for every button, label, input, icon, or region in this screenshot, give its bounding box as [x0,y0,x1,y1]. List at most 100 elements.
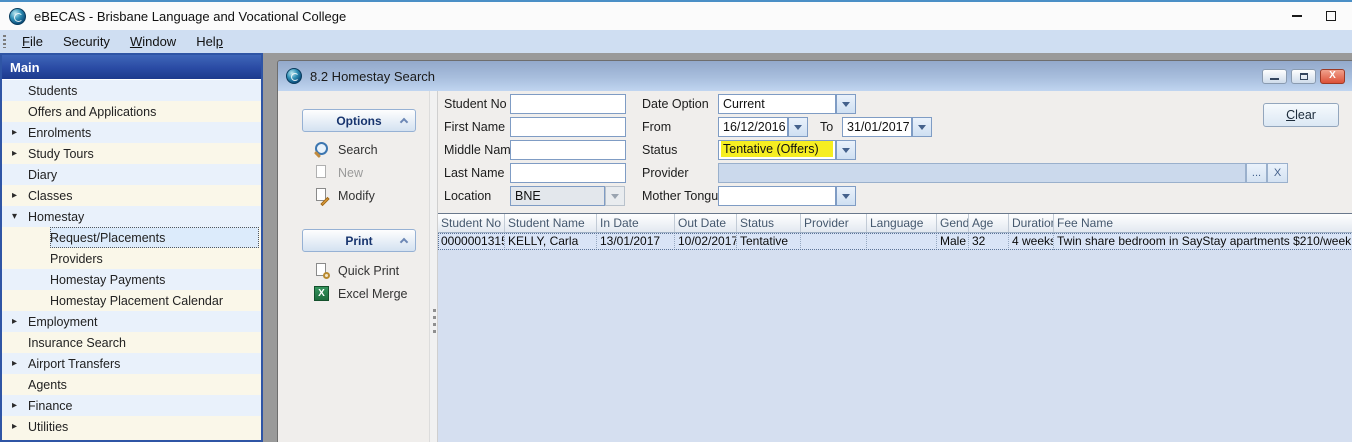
column-header-duration[interactable]: Duration [1009,214,1054,232]
sidebar-item-insurance-search[interactable]: Insurance Search [2,332,261,353]
expand-arrow-icon: ▸ [8,400,21,411]
status-select[interactable]: Tentative (Offers) [718,140,836,160]
expand-arrow-icon: ▸ [8,421,21,432]
collapse-chevron-icon [400,118,408,126]
table-row[interactable]: 0000001315 KELLY, Carla 13/01/2017 10/02… [438,233,1352,250]
student-no-label: Student No [444,97,507,111]
results-grid: Student No Student Name In Date Out Date… [438,213,1352,442]
excel-icon: X [314,286,329,301]
sidebar-item-request-placements[interactable]: Request/Placements [2,227,261,248]
sidebar-item-homestay-placement-calendar[interactable]: Homestay Placement Calendar [2,290,261,311]
column-header-student-name[interactable]: Student Name [505,214,597,232]
cell-status: Tentative [737,233,801,250]
status-dropdown-button[interactable] [836,140,856,160]
ebecas-app-icon [9,8,26,25]
search-form: Student No First Name Middle Name Last N… [438,91,1352,213]
cell-provider [801,233,867,250]
options-group-header[interactable]: Options [302,109,416,132]
expand-arrow-icon: ▸ [8,316,21,327]
expand-arrow-icon: ▸ [8,148,21,159]
clear-button[interactable]: Clear [1263,103,1339,127]
homestay-window-content: Options Search New M [278,91,1352,442]
column-header-student-no[interactable]: Student No [438,214,505,232]
print-group-header[interactable]: Print [302,229,416,252]
column-header-language[interactable]: Language [867,214,937,232]
location-select: BNE [510,186,605,206]
column-header-fee-name[interactable]: Fee Name [1054,214,1352,232]
sidebar-item-providers[interactable]: Providers [2,248,261,269]
cell-fee-name: Twin share bedroom in SayStay apartments… [1054,233,1352,250]
cell-in-date: 13/01/2017 [597,233,675,250]
date-option-label: Date Option [642,97,709,111]
window-titlebar: eBECAS - Brisbane Language and Vocationa… [0,2,1352,30]
sidebar-item-agents[interactable]: Agents [2,374,261,395]
sidebar-item-enrolments[interactable]: ▸Enrolments [2,122,261,143]
from-date-input[interactable]: 16/12/2016 [718,117,788,137]
panel-splitter[interactable] [429,91,438,442]
mother-tongue-dropdown-button[interactable] [836,186,856,206]
column-header-provider[interactable]: Provider [801,214,867,232]
sidebar-header: Main [2,55,261,80]
mdi-background: 8.2 Homestay Search X Options [263,53,1352,442]
sidebar-item-homestay-payments[interactable]: Homestay Payments [2,269,261,290]
chevron-down-icon [918,125,926,130]
chevron-down-icon [611,194,619,199]
modify-button[interactable]: Modify [314,187,375,204]
child-minimize-button[interactable] [1262,69,1287,84]
mother-tongue-select[interactable] [718,186,836,206]
sidebar-item-study-tours[interactable]: ▸Study Tours [2,143,261,164]
sidebar-item-homestay[interactable]: ▾Homestay [2,206,261,227]
quick-print-button[interactable]: Quick Print [314,262,399,279]
excel-merge-button[interactable]: X Excel Merge [314,285,407,302]
cell-language [867,233,937,250]
cell-gender: Male [937,233,969,250]
first-name-input[interactable] [510,117,626,137]
child-close-button[interactable]: X [1320,69,1345,84]
minimize-button[interactable] [1280,2,1314,30]
to-date-dropdown-button[interactable] [912,117,932,137]
from-date-label: From [642,120,671,134]
sidebar-item-diary[interactable]: Diary [2,164,261,185]
search-icon [314,142,329,157]
maximize-button[interactable] [1314,2,1348,30]
sidebar-item-finance[interactable]: ▸Finance [2,395,261,416]
sidebar-item-students[interactable]: Students [2,80,261,101]
child-restore-button[interactable] [1291,69,1316,84]
ebecas-window-icon [286,68,302,84]
expand-arrow-icon: ▸ [8,190,21,201]
status-label: Status [642,143,677,157]
date-option-select[interactable]: Current [718,94,836,114]
sidebar-item-classes[interactable]: ▸Classes [2,185,261,206]
column-header-in-date[interactable]: In Date [597,214,675,232]
location-label: Location [444,189,491,203]
column-header-status[interactable]: Status [737,214,801,232]
middle-name-input[interactable] [510,140,626,160]
from-date-dropdown-button[interactable] [788,117,808,137]
close-icon: X [1329,71,1336,81]
sidebar-item-utilities[interactable]: ▸Utilities [2,416,261,437]
cell-duration: 4 weeks [1009,233,1054,250]
grid-empty-area [438,250,1352,442]
menu-window[interactable]: Window [120,32,186,51]
sidebar-item-employment[interactable]: ▸Employment [2,311,261,332]
new-button[interactable]: New [314,164,363,181]
provider-clear-button[interactable]: X [1267,163,1288,183]
search-button[interactable]: Search [314,141,378,158]
last-name-input[interactable] [510,163,626,183]
middle-name-label: Middle Name [444,143,518,157]
sidebar-item-offers-and-applications[interactable]: Offers and Applications [2,101,261,122]
student-no-input[interactable] [510,94,626,114]
sidebar: Main Students Offers and Applications ▸E… [0,53,263,442]
cell-age: 32 [969,233,1009,250]
menu-help[interactable]: Help [186,32,233,51]
menu-security[interactable]: Security [53,32,120,51]
menu-file[interactable]: File [12,32,53,51]
to-date-label: To [820,120,833,134]
column-header-gender[interactable]: Gende [937,214,969,232]
to-date-input[interactable]: 31/01/2017 [842,117,912,137]
sidebar-item-airport-transfers[interactable]: ▸Airport Transfers [2,353,261,374]
column-header-out-date[interactable]: Out Date [675,214,737,232]
date-option-dropdown-button[interactable] [836,94,856,114]
column-header-age[interactable]: Age [969,214,1009,232]
provider-browse-button[interactable]: ... [1246,163,1267,183]
